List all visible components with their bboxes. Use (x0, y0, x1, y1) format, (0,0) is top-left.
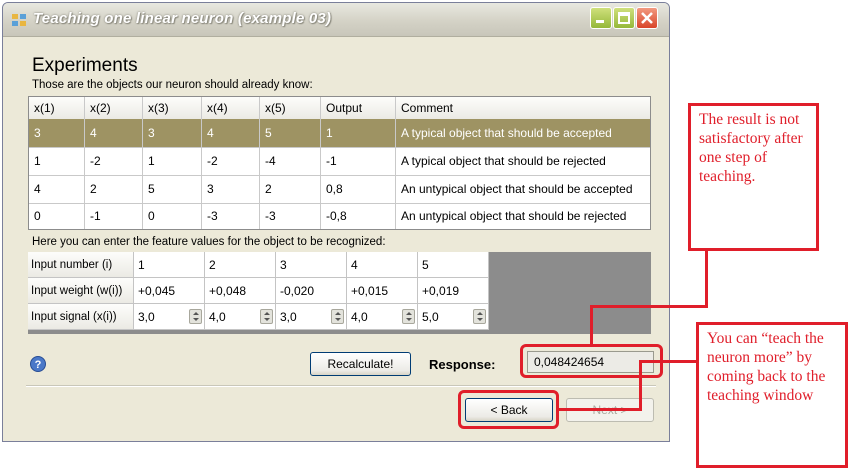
experiments-heading: Experiments (32, 55, 138, 76)
grid-cell[interactable]: 2 (205, 252, 276, 278)
table-cell[interactable]: An untypical object that should be accep… (396, 175, 650, 203)
recalculate-button[interactable]: Recalculate! (310, 352, 411, 376)
table-cell[interactable]: 3 (143, 119, 202, 147)
table-row[interactable]: 3 4 3 4 5 1 A typical object that should… (29, 119, 650, 148)
column-header[interactable]: x(4) (202, 97, 260, 119)
signal-stepper[interactable]: 3,0 (134, 304, 205, 330)
teach-callout: You can “teach the neuron more” by comin… (696, 322, 848, 468)
table-row[interactable]: 4 2 5 3 2 0,8 An untypical object that s… (29, 175, 650, 204)
callout-connector (705, 250, 708, 308)
row-label: Input signal (x(i)) (28, 304, 134, 330)
table-cell[interactable]: A typical object that should be rejected (396, 147, 650, 175)
signal-value[interactable]: 3,0 (280, 310, 297, 324)
table-cell[interactable]: A typical object that should be accepted (396, 119, 650, 147)
spin-up-down-icon[interactable] (473, 309, 486, 324)
weight-cell[interactable]: +0,019 (418, 278, 489, 304)
feature-input-grid: Input number (i) 1 2 3 4 5 Input weight … (28, 252, 651, 334)
spin-up-down-icon[interactable] (260, 309, 273, 324)
response-label: Response: (429, 357, 496, 372)
table-cell[interactable]: -1 (85, 203, 143, 229)
callout-connector (639, 360, 698, 363)
table-cell[interactable]: -2 (85, 147, 143, 175)
callout-connector (639, 360, 642, 411)
back-highlight (458, 390, 559, 429)
table-cell[interactable]: 0 (29, 203, 85, 229)
column-header[interactable]: x(2) (85, 97, 143, 119)
table-cell[interactable]: 0,8 (321, 175, 396, 203)
table-cell[interactable]: 1 (143, 147, 202, 175)
table-row[interactable]: 1 -2 1 -2 -4 -1 A typical object that sh… (29, 147, 650, 176)
signal-value[interactable]: 3,0 (138, 310, 155, 324)
result-callout: The result is not satisfactory after one… (688, 103, 819, 251)
spin-up-down-icon[interactable] (331, 309, 344, 324)
table-cell[interactable]: An untypical object that should be rejec… (396, 203, 650, 229)
column-header[interactable]: Output (321, 97, 396, 119)
table-cell[interactable]: 3 (29, 119, 85, 147)
table-cell[interactable]: 4 (29, 175, 85, 203)
spin-up-down-icon[interactable] (189, 309, 202, 324)
divider (26, 385, 656, 387)
signal-value[interactable]: 5,0 (422, 310, 439, 324)
table-cell[interactable]: 2 (85, 175, 143, 203)
grid-cell[interactable]: 4 (347, 252, 418, 278)
table-cell[interactable]: -1 (321, 147, 396, 175)
table-header: x(1) x(2) x(3) x(4) x(5) Output Comment (29, 97, 650, 120)
signal-value[interactable]: 4,0 (351, 310, 368, 324)
table-cell[interactable]: 5 (143, 175, 202, 203)
table-cell[interactable]: 4 (202, 119, 260, 147)
column-header[interactable]: Comment (396, 97, 650, 119)
column-header[interactable]: x(1) (29, 97, 85, 119)
table-cell[interactable]: 4 (85, 119, 143, 147)
weight-cell[interactable]: +0,048 (205, 278, 276, 304)
table-cell[interactable]: -2 (202, 147, 260, 175)
table-row[interactable]: 0 -1 0 -3 -3 -0,8 An untypical object th… (29, 203, 650, 229)
spin-up-down-icon[interactable] (402, 309, 415, 324)
weight-cell[interactable]: +0,045 (134, 278, 205, 304)
minimize-icon (596, 20, 604, 23)
table-cell[interactable]: 2 (260, 175, 321, 203)
table-cell[interactable]: 5 (260, 119, 321, 147)
table-cell[interactable]: -3 (260, 203, 321, 229)
signal-value[interactable]: 4,0 (209, 310, 226, 324)
column-header[interactable]: x(5) (260, 97, 321, 119)
column-header[interactable]: x(3) (143, 97, 202, 119)
callout-connector (590, 305, 707, 308)
row-label: Input weight (w(i)) (28, 278, 134, 304)
callout-connector (559, 408, 641, 411)
minimize-button[interactable] (590, 7, 612, 29)
signal-stepper[interactable]: 4,0 (347, 304, 418, 330)
table-cell[interactable]: 3 (202, 175, 260, 203)
recognition-label: Here you can enter the feature values fo… (32, 236, 386, 248)
signal-stepper[interactable]: 4,0 (205, 304, 276, 330)
table-cell[interactable]: 1 (321, 119, 396, 147)
table-cell[interactable]: 0 (143, 203, 202, 229)
title-bar[interactable]: Teaching one linear neuron (example 03) (3, 3, 669, 37)
close-icon (641, 12, 653, 24)
table-cell[interactable]: -0,8 (321, 203, 396, 229)
close-button[interactable] (636, 7, 658, 29)
grid-cell[interactable]: 1 (134, 252, 205, 278)
table-cell[interactable]: -4 (260, 147, 321, 175)
grid-cell[interactable]: 3 (276, 252, 347, 278)
maximize-button[interactable] (613, 7, 635, 29)
table-cell[interactable]: -3 (202, 203, 260, 229)
callout-connector (590, 306, 593, 346)
signal-stepper[interactable]: 5,0 (418, 304, 489, 330)
table-cell[interactable]: 1 (29, 147, 85, 175)
app-icon (12, 14, 26, 26)
svg-text:?: ? (35, 359, 42, 371)
weight-cell[interactable]: -0,020 (276, 278, 347, 304)
experiments-table: x(1) x(2) x(3) x(4) x(5) Output Comment … (28, 96, 651, 230)
window-title: Teaching one linear neuron (example 03) (33, 10, 332, 27)
experiments-subheading: Those are the objects our neuron should … (32, 79, 313, 91)
row-label: Input number (i) (28, 252, 134, 278)
maximize-icon (618, 12, 630, 24)
weight-cell[interactable]: +0,015 (347, 278, 418, 304)
help-icon[interactable]: ? (30, 356, 46, 372)
signal-stepper[interactable]: 3,0 (276, 304, 347, 330)
grid-cell[interactable]: 5 (418, 252, 489, 278)
